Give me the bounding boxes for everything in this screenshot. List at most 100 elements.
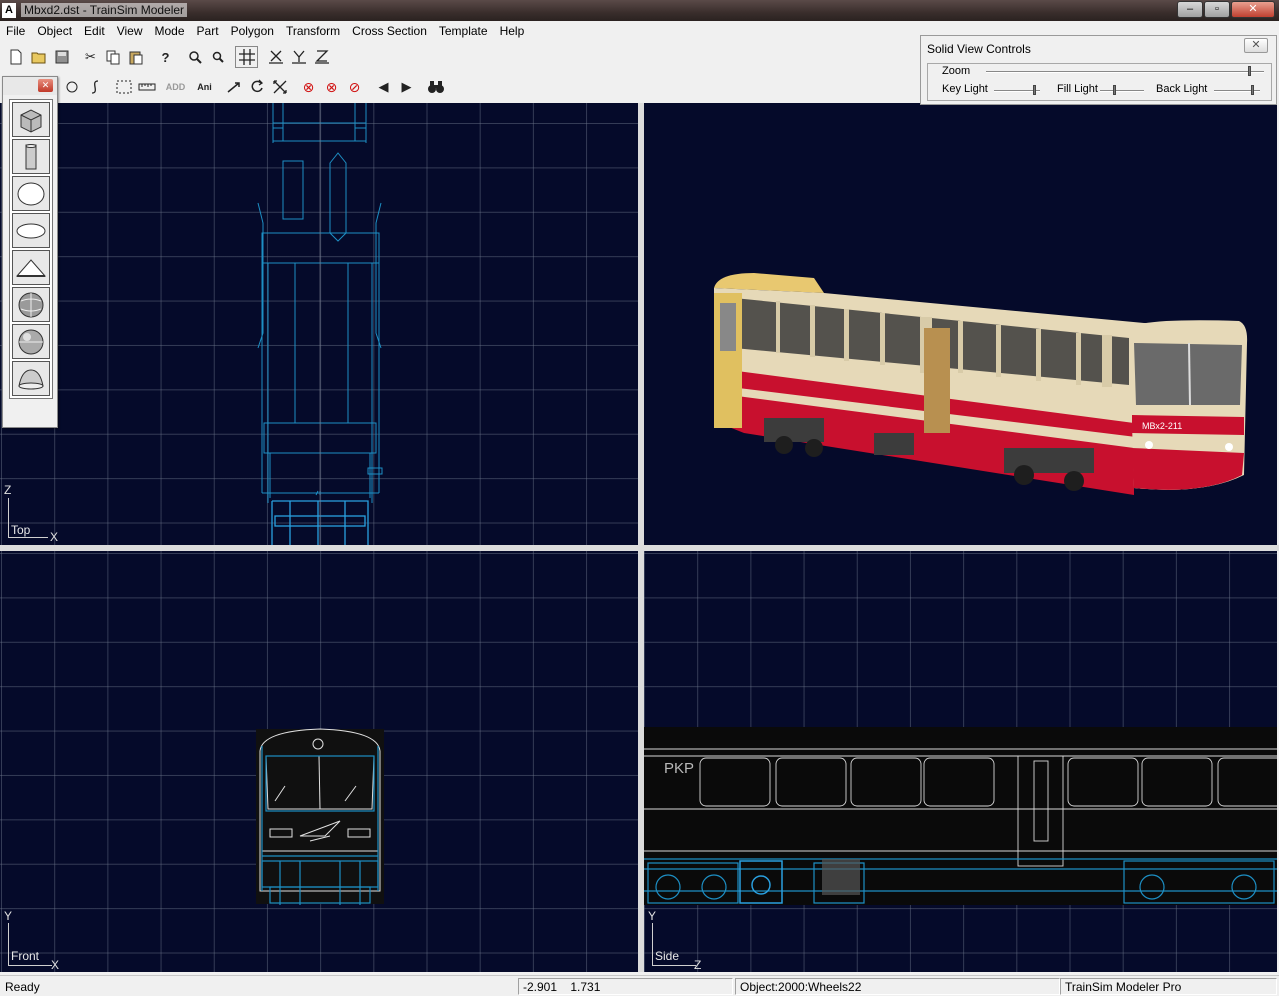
menu-transform[interactable]: Transform [280, 21, 346, 42]
zoom-slider-thumb[interactable] [1248, 66, 1252, 76]
scale-icon[interactable] [268, 76, 291, 98]
next-icon[interactable]: ▶ [395, 76, 418, 98]
rotate-icon[interactable] [245, 76, 268, 98]
menu-view[interactable]: View [111, 21, 149, 42]
fill-light-slider-thumb[interactable] [1113, 85, 1117, 95]
fill-light-slider[interactable] [1100, 90, 1144, 92]
palette-close-button[interactable]: ✕ [38, 79, 53, 92]
paste-icon[interactable] [125, 46, 148, 68]
zoom-out-icon[interactable] [206, 46, 229, 68]
circle-tool-icon[interactable] [60, 76, 83, 98]
viewport-name: Front [11, 949, 40, 963]
main-toolbar: ✂ ? [0, 44, 339, 70]
move-icon[interactable] [222, 76, 245, 98]
side-logo: PKP [664, 760, 694, 777]
spline-tool-icon[interactable] [83, 76, 106, 98]
animation-button[interactable]: Ani [193, 76, 216, 98]
side-wireframe: PKP [644, 727, 1277, 905]
menu-edit[interactable]: Edit [78, 21, 111, 42]
textured-sphere-icon[interactable] [12, 287, 50, 322]
menu-help[interactable]: Help [494, 21, 531, 42]
axis-label-horizontal: X [50, 530, 59, 544]
fill-light-label: Fill Light [1057, 83, 1098, 95]
solid-view-controls-panel[interactable]: Solid View Controls ✕ Zoom Key Light Fil… [920, 35, 1277, 105]
delete-x-icon[interactable]: ⊗ [297, 76, 320, 98]
cylinder-primitive-icon[interactable] [12, 139, 50, 174]
axis-horizontal [652, 965, 696, 966]
save-icon[interactable] [50, 46, 73, 68]
copy-icon[interactable] [102, 46, 125, 68]
new-icon[interactable] [4, 46, 27, 68]
palette-title-bar[interactable]: ✕ [3, 77, 57, 95]
menu-file[interactable]: File [0, 21, 31, 42]
add-button[interactable]: ADD [164, 76, 187, 98]
menu-polygon[interactable]: Polygon [225, 21, 280, 42]
axis-label-vertical: Y [4, 909, 13, 923]
car-number-label: МВх2-211 [1142, 421, 1182, 431]
viewport-name: Side [655, 949, 680, 963]
menu-template[interactable]: Template [433, 21, 494, 42]
back-light-slider-thumb[interactable] [1251, 85, 1255, 95]
axis-vertical [8, 923, 9, 966]
zoom-label: Zoom [942, 65, 971, 77]
status-bar: Ready -2.901 1.731 Object:2000:Wheels22 … [0, 975, 1279, 996]
box-primitive-icon[interactable] [12, 102, 50, 137]
menu-object[interactable]: Object [31, 21, 78, 42]
selected-object: Object:2000:Wheels22 [735, 978, 1060, 995]
status-text: Ready [5, 980, 40, 994]
primitives-palette[interactable]: ✕ [2, 76, 58, 428]
measure-icon[interactable] [135, 76, 158, 98]
cut-icon[interactable]: ✂ [79, 46, 102, 68]
axis-horizontal [8, 965, 52, 966]
tool-toolbar: ADD Ani ⊗ ⊗ ⊘ ◀ ▶ [56, 74, 453, 100]
axis-label-horizontal: Z [694, 958, 702, 972]
menu-part[interactable]: Part [191, 21, 225, 42]
product-name: TrainSim Modeler Pro [1060, 978, 1277, 995]
axis-x-icon[interactable] [264, 46, 287, 68]
axis-label-vertical: Z [4, 483, 12, 497]
delete-y-icon[interactable]: ⊗ [320, 76, 343, 98]
coordinate-y: 1.731 [570, 980, 601, 994]
close-button[interactable]: ✕ [1231, 1, 1275, 18]
window-title: Mbxd2.dst - TrainSim Modeler [21, 3, 188, 17]
axis-y-icon[interactable] [287, 46, 310, 68]
axis-vertical [652, 923, 653, 966]
axis-z-icon[interactable] [310, 46, 333, 68]
coordinate-readout: -2.901 1.731 [518, 978, 733, 995]
viewport-front[interactable]: Y X Front [0, 551, 638, 972]
axis-horizontal [8, 537, 48, 538]
viewport-side[interactable]: PKP Y Z Side [644, 551, 1277, 972]
sphere-primitive-icon[interactable] [12, 176, 50, 211]
dome-primitive-icon[interactable] [12, 361, 50, 396]
menu-cross-section[interactable]: Cross Section [346, 21, 433, 42]
open-icon[interactable] [27, 46, 50, 68]
shaded-sphere-icon[interactable] [12, 324, 50, 359]
app-icon: A [2, 3, 16, 18]
ellipsoid-primitive-icon[interactable] [12, 213, 50, 248]
axis-label-horizontal: X [51, 958, 60, 972]
find-binoculars-icon[interactable] [424, 76, 447, 98]
key-light-slider-thumb[interactable] [1033, 85, 1037, 95]
front-wireframe [256, 728, 384, 905]
viewport-solid[interactable]: МВх2-211 [644, 103, 1277, 545]
select-box-icon[interactable] [112, 76, 135, 98]
viewport-top[interactable]: Z X Top [0, 103, 638, 545]
axis-vertical [8, 498, 9, 538]
pyramid-primitive-icon[interactable] [12, 250, 50, 285]
axis-label-vertical: Y [648, 909, 657, 923]
zoom-in-icon[interactable] [183, 46, 206, 68]
menu-mode[interactable]: Mode [149, 21, 191, 42]
maximize-button[interactable]: ▫ [1204, 1, 1230, 18]
grid-icon[interactable] [235, 46, 258, 68]
menu-bar: File Object Edit View Mode Part Polygon … [0, 21, 920, 42]
minimize-button[interactable]: – [1177, 1, 1203, 18]
panel-close-button[interactable]: ✕ [1244, 38, 1268, 53]
viewport-name: Top [11, 523, 31, 537]
key-light-label: Key Light [942, 83, 988, 95]
help-icon[interactable]: ? [154, 46, 177, 68]
zoom-slider[interactable] [986, 71, 1264, 73]
delete-z-icon[interactable]: ⊘ [343, 76, 366, 98]
panel-title: Solid View Controls [927, 42, 1031, 56]
title-bar: A Mbxd2.dst - TrainSim Modeler – ▫ ✕ [0, 0, 1279, 21]
previous-icon[interactable]: ◀ [372, 76, 395, 98]
